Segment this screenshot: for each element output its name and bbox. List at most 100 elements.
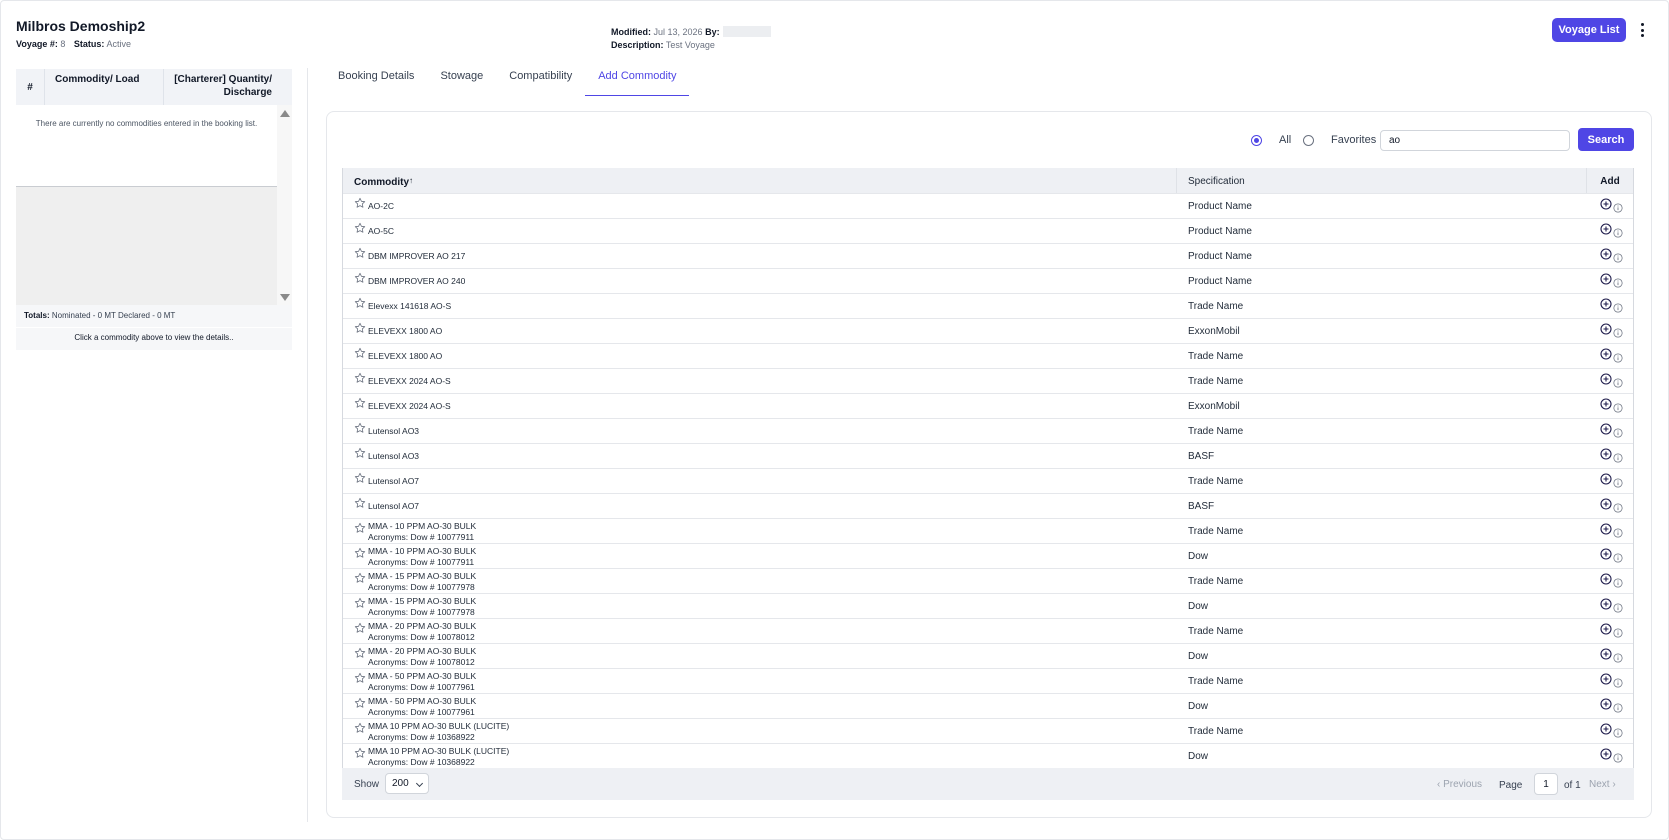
add-circle-icon[interactable] (1600, 248, 1612, 260)
info-icon[interactable] (1613, 527, 1623, 538)
info-icon[interactable] (1613, 602, 1623, 613)
add-circle-icon[interactable] (1600, 198, 1612, 210)
add-circle-icon[interactable] (1600, 298, 1612, 310)
star-icon[interactable] (354, 347, 366, 359)
scroll-down-icon[interactable] (280, 294, 290, 301)
add-circle-icon[interactable] (1600, 373, 1612, 385)
info-icon[interactable] (1613, 502, 1623, 513)
star-icon[interactable] (354, 447, 366, 459)
star-icon[interactable] (354, 247, 366, 259)
info-icon[interactable] (1613, 552, 1623, 563)
col-commodity-label: Commodity (354, 177, 409, 188)
booking-list-scrollbar[interactable] (277, 105, 292, 305)
page-size-select[interactable]: 200 (385, 773, 429, 794)
table-row: Lutensol AO7 Trade Name (343, 468, 1633, 493)
radio-all[interactable] (1251, 135, 1262, 146)
voyage-list-button[interactable]: Voyage List (1552, 18, 1626, 42)
previous-label: Previous (1443, 779, 1483, 790)
add-circle-icon[interactable] (1600, 473, 1612, 485)
star-icon[interactable] (354, 297, 366, 309)
star-icon[interactable] (354, 197, 366, 209)
add-circle-icon[interactable] (1600, 523, 1612, 535)
add-circle-icon[interactable] (1600, 723, 1612, 735)
add-circle-icon[interactable] (1600, 448, 1612, 460)
tab-add-commodity[interactable]: Add Commodity (585, 68, 690, 96)
star-icon[interactable] (354, 747, 366, 759)
tab-compatibility[interactable]: Compatibility (496, 68, 585, 96)
add-circle-icon[interactable] (1600, 698, 1612, 710)
table-row: ELEVEXX 1800 AO Trade Name (343, 343, 1633, 368)
info-icon[interactable] (1613, 227, 1623, 238)
info-icon[interactable] (1613, 577, 1623, 588)
star-icon[interactable] (354, 672, 366, 684)
add-circle-icon[interactable] (1600, 598, 1612, 610)
star-icon[interactable] (354, 597, 366, 609)
add-circle-icon[interactable] (1600, 498, 1612, 510)
table-row: DBM IMPROVER AO 240 Product Name (343, 268, 1633, 293)
info-icon[interactable] (1613, 302, 1623, 313)
star-icon[interactable] (354, 422, 366, 434)
add-circle-icon[interactable] (1600, 423, 1612, 435)
info-icon[interactable] (1613, 427, 1623, 438)
info-icon[interactable] (1613, 677, 1623, 688)
info-icon[interactable] (1613, 252, 1623, 263)
add-circle-icon[interactable] (1600, 748, 1612, 760)
commodity-search-input[interactable] (1380, 130, 1570, 151)
add-cell (1587, 694, 1633, 718)
star-icon[interactable] (354, 547, 366, 559)
info-icon[interactable] (1613, 352, 1623, 363)
scroll-up-icon[interactable] (280, 110, 290, 117)
star-icon[interactable] (354, 697, 366, 709)
add-circle-icon[interactable] (1600, 323, 1612, 335)
radio-favorites[interactable] (1303, 135, 1314, 146)
info-icon[interactable] (1613, 327, 1623, 338)
add-circle-icon[interactable] (1600, 273, 1612, 285)
star-icon[interactable] (354, 497, 366, 509)
add-circle-icon[interactable] (1600, 623, 1612, 635)
star-icon[interactable] (354, 222, 366, 234)
star-icon[interactable] (354, 622, 366, 634)
info-icon[interactable] (1613, 627, 1623, 638)
add-circle-icon[interactable] (1600, 548, 1612, 560)
specification-cell: Trade Name (1188, 300, 1244, 312)
next-button[interactable]: Next › (1589, 779, 1616, 790)
info-icon[interactable] (1613, 752, 1623, 763)
star-icon[interactable] (354, 272, 366, 284)
info-icon[interactable] (1613, 452, 1623, 463)
star-icon[interactable] (354, 397, 366, 409)
star-icon[interactable] (354, 372, 366, 384)
star-icon[interactable] (354, 647, 366, 659)
info-icon[interactable] (1613, 402, 1623, 413)
info-icon[interactable] (1613, 202, 1623, 213)
add-cell (1587, 644, 1633, 668)
info-icon[interactable] (1613, 727, 1623, 738)
col-commodity[interactable]: Commodity↑ (343, 168, 1177, 193)
star-icon[interactable] (354, 722, 366, 734)
commodity-cell: MMA - 20 PPM AO-30 BULK Acronyms: Dow # 1… (343, 644, 1177, 668)
next-label: Next (1589, 779, 1610, 790)
star-icon[interactable] (354, 572, 366, 584)
add-circle-icon[interactable] (1600, 223, 1612, 235)
page-number-input[interactable]: 1 (1534, 773, 1558, 795)
info-icon[interactable] (1613, 652, 1623, 663)
search-button[interactable]: Search (1578, 128, 1634, 151)
info-icon[interactable] (1613, 377, 1623, 388)
add-circle-icon[interactable] (1600, 348, 1612, 360)
info-icon[interactable] (1613, 702, 1623, 713)
more-vertical-icon[interactable] (1636, 21, 1648, 39)
previous-button[interactable]: ‹ Previous (1437, 779, 1482, 790)
commodity-cell: Lutensol AO7 (343, 494, 1177, 518)
tab-stowage[interactable]: Stowage (427, 68, 496, 96)
add-circle-icon[interactable] (1600, 398, 1612, 410)
commodity-acronyms: Acronyms: Dow # 10077978 (368, 607, 475, 617)
add-circle-icon[interactable] (1600, 573, 1612, 585)
tab-booking-details[interactable]: Booking Details (326, 68, 427, 96)
voyage-modification-info: Modified: Jul 13, 2026 By: Description: … (611, 26, 771, 52)
info-icon[interactable] (1613, 277, 1623, 288)
star-icon[interactable] (354, 472, 366, 484)
info-icon[interactable] (1613, 477, 1623, 488)
star-icon[interactable] (354, 322, 366, 334)
add-circle-icon[interactable] (1600, 648, 1612, 660)
add-circle-icon[interactable] (1600, 673, 1612, 685)
star-icon[interactable] (354, 522, 366, 534)
